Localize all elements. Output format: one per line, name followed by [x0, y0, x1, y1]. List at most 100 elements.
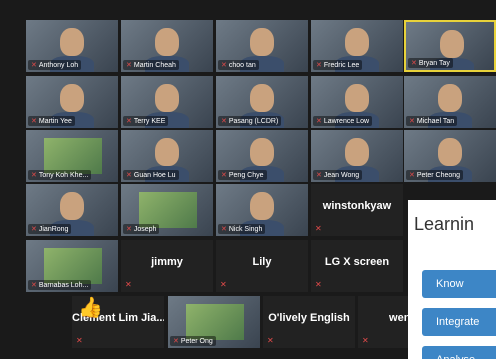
avatar — [155, 28, 179, 56]
participant-tile[interactable]: ✕ Pasang (LCDR) — [216, 76, 308, 128]
participant-tile[interactable]: ✕ Nick Singh — [216, 184, 308, 236]
mic-muted-icon: ✕ — [31, 226, 37, 233]
participant-tile[interactable]: winstonkyaw ✕ — [311, 184, 403, 236]
participant-tile[interactable]: ✕ Guan Hoe Lu — [121, 130, 213, 182]
participant-tile[interactable]: ✕ Anthony Loh — [26, 20, 118, 72]
participant-name: Lily — [252, 256, 272, 268]
avatar — [438, 138, 462, 166]
mic-muted-icon: ✕ — [31, 118, 37, 125]
avatar — [250, 84, 274, 112]
raised-hand-icon: 👍 — [78, 297, 103, 319]
mic-muted-icon: ✕ — [31, 282, 37, 289]
mic-muted-icon: ✕ — [315, 224, 322, 233]
mic-muted-icon: ✕ — [220, 280, 227, 289]
participant-tile[interactable]: ✕ Barnabas Loh... — [26, 240, 118, 292]
active-speaker-tile[interactable]: ✕ Bryan Tay — [404, 20, 496, 72]
participant-name: JianRong — [38, 226, 69, 233]
participant-name: Guan Hoe Lu — [133, 172, 176, 179]
participant-tile[interactable]: ✕ JianRong — [26, 184, 118, 236]
participant-name: Pasang (LCDR) — [228, 118, 279, 125]
avatar — [438, 84, 462, 112]
participant-tile[interactable]: ✕ Peter Cheong — [404, 130, 496, 182]
slide-box-integrate: Integrate — [422, 308, 496, 336]
participant-name: Anthony Loh — [38, 62, 79, 69]
avatar — [345, 28, 369, 56]
participant-name: Peter Cheong — [416, 172, 461, 179]
mic-muted-icon: ✕ — [221, 226, 227, 233]
participant-tile[interactable]: ✕ Jean Wong — [311, 130, 403, 182]
participant-name: Jean Wong — [323, 172, 360, 179]
slide-title: Learnin — [414, 214, 475, 234]
avatar — [60, 84, 84, 112]
participant-tile[interactable]: ✕ Lawrence Low — [311, 76, 403, 128]
participant-name: LG X screen — [324, 256, 390, 268]
participant-tile[interactable]: ✕ Martin Cheah — [121, 20, 213, 72]
participant-name: Fredric Lee — [323, 62, 360, 69]
participant-tile[interactable]: ✕ Peter Ong — [168, 296, 260, 348]
mic-muted-icon: ✕ — [76, 336, 83, 345]
mic-muted-icon: ✕ — [221, 118, 227, 125]
participant-tile[interactable]: ✕ Terry KEE — [121, 76, 213, 128]
mic-muted-icon: ✕ — [316, 172, 322, 179]
participant-tile[interactable]: ✕ Michael Tan — [404, 76, 496, 128]
participant-name: Michael Tan — [416, 118, 455, 125]
mic-muted-icon: ✕ — [409, 172, 415, 179]
participant-tile[interactable]: jimmy ✕ — [121, 240, 213, 292]
mic-muted-icon: ✕ — [315, 280, 322, 289]
participant-name: Barnabas Loh... — [38, 282, 89, 289]
participant-tile[interactable]: ✕ Martin Yee — [26, 76, 118, 128]
avatar — [155, 138, 179, 166]
participant-name: Martin Yee — [38, 118, 72, 125]
avatar — [60, 192, 84, 220]
mic-muted-icon: ✕ — [409, 118, 415, 125]
participant-tile[interactable]: ✕ Joseph — [121, 184, 213, 236]
mic-muted-icon: ✕ — [126, 118, 132, 125]
avatar — [155, 84, 179, 112]
participant-tile[interactable]: O'lively English ✕ — [263, 296, 355, 348]
mic-muted-icon: ✕ — [362, 336, 369, 345]
mic-muted-icon: ✕ — [31, 62, 37, 69]
participant-tile[interactable]: LG X screen ✕ — [311, 240, 403, 292]
participant-name: Tony Koh Khe... — [38, 172, 89, 179]
shared-screen-slide: Learnin Know Integrate Analyse — [408, 200, 496, 359]
participant-name: Nick Singh — [228, 226, 263, 233]
mic-muted-icon: ✕ — [125, 280, 132, 289]
participant-name: jimmy — [151, 256, 183, 268]
participant-tile[interactable]: ✕ Peng Chye — [216, 130, 308, 182]
participant-name: Terry KEE — [133, 118, 166, 125]
mic-muted-icon: ✕ — [31, 172, 37, 179]
participant-tile[interactable]: ✕ Tony Koh Khe... — [26, 130, 118, 182]
participant-name: Peter Ong — [180, 338, 213, 345]
mic-muted-icon: ✕ — [221, 62, 227, 69]
mic-muted-icon: ✕ — [126, 172, 132, 179]
participant-name: choo tan — [228, 62, 256, 69]
participant-name: winstonkyaw — [322, 200, 392, 212]
mic-muted-icon: ✕ — [316, 62, 322, 69]
mic-muted-icon: ✕ — [126, 226, 132, 233]
avatar — [345, 138, 369, 166]
video-thumbnail — [44, 248, 102, 284]
participant-tile[interactable]: ✕ choo tan — [216, 20, 308, 72]
mic-muted-icon: ✕ — [173, 338, 179, 345]
slide-box-know: Know — [422, 270, 496, 298]
participant-name: Joseph — [133, 226, 157, 233]
participant-name: Martin Cheah — [133, 62, 176, 69]
mic-muted-icon: ✕ — [221, 172, 227, 179]
avatar — [250, 28, 274, 56]
avatar — [250, 138, 274, 166]
slide-box-analyse: Analyse — [422, 346, 496, 359]
video-thumbnail — [44, 138, 102, 174]
participant-name: Peng Chye — [228, 172, 264, 179]
avatar — [250, 192, 274, 220]
participant-tile[interactable]: Lily ✕ — [216, 240, 308, 292]
participant-name: Lawrence Low — [323, 118, 370, 125]
participant-name: Bryan Tay — [418, 60, 450, 67]
mic-muted-icon: ✕ — [316, 118, 322, 125]
mic-muted-icon: ✕ — [267, 336, 274, 345]
video-thumbnail — [139, 192, 197, 228]
avatar — [60, 28, 84, 56]
video-thumbnail — [186, 304, 244, 340]
participant-tile[interactable]: ✕ Fredric Lee — [311, 20, 403, 72]
participant-name: O'lively English — [268, 312, 350, 324]
avatar — [345, 84, 369, 112]
